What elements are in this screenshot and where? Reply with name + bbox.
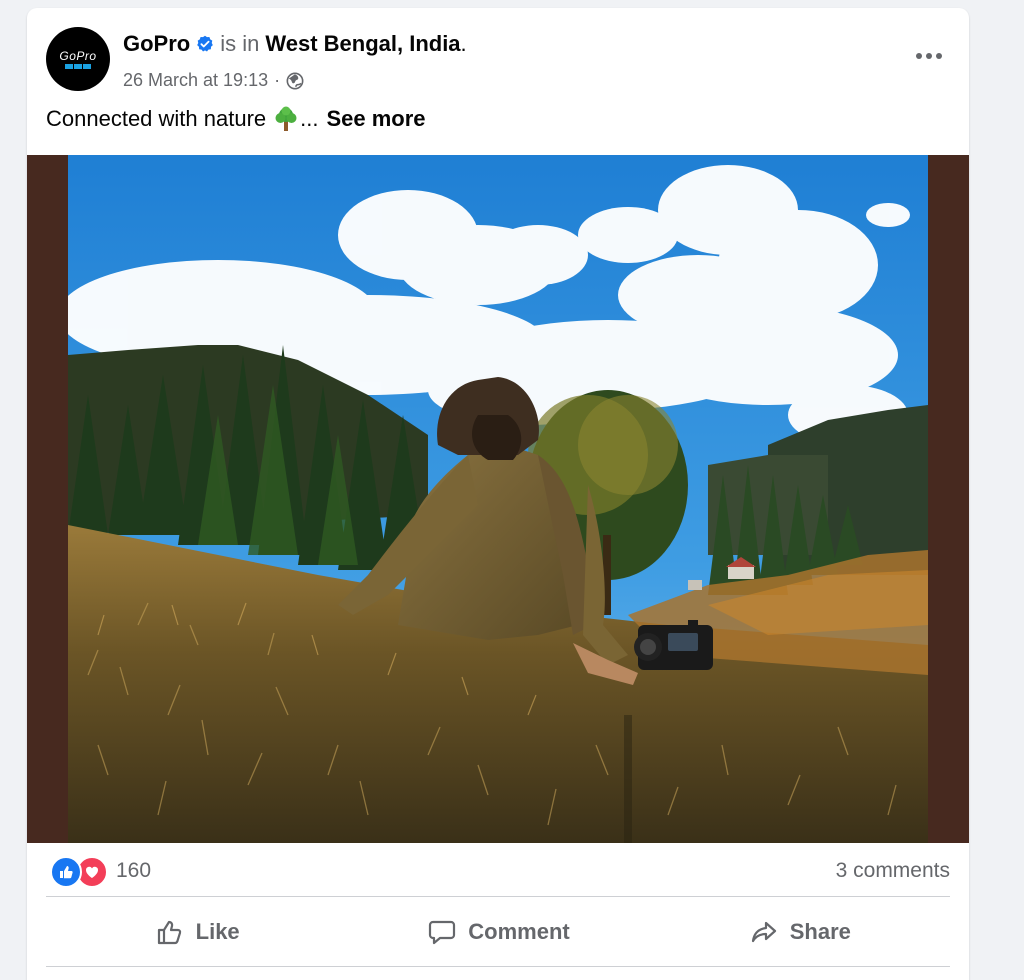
- comments-count[interactable]: 3 comments: [836, 859, 950, 883]
- tree-emoji-icon: [274, 106, 298, 132]
- like-reaction-icon: [50, 856, 82, 888]
- caption-ellipsis: ...: [300, 106, 319, 131]
- post-header: GoPro GoPro is in West Bengal, India. 26…: [27, 8, 969, 148]
- more-options-icon: [916, 53, 942, 59]
- location-link[interactable]: West Bengal, India: [265, 31, 460, 57]
- post-text: Connected with nature ... See more: [46, 106, 426, 132]
- thumbs-up-icon: [154, 916, 186, 948]
- location-period: .: [460, 31, 467, 56]
- like-button[interactable]: Like: [46, 905, 347, 959]
- post-card: GoPro GoPro is in West Bengal, India. 26…: [27, 8, 969, 980]
- comment-button[interactable]: Comment: [347, 905, 648, 959]
- landscape-photo: [68, 155, 928, 843]
- globe-icon[interactable]: [286, 72, 304, 90]
- is-in-text: is in: [220, 31, 260, 56]
- post-actions: Like Comment Share: [46, 905, 950, 959]
- share-icon: [748, 916, 780, 948]
- post-photo[interactable]: [68, 155, 928, 843]
- page: GoPro GoPro is in West Bengal, India. 26…: [0, 0, 1024, 980]
- post-caption: Connected with nature: [46, 106, 267, 131]
- meta-separator: ·: [274, 70, 281, 90]
- comment-icon: [426, 916, 458, 948]
- share-button[interactable]: Share: [649, 905, 950, 959]
- comment-label: Comment: [468, 919, 570, 944]
- reaction-icons[interactable]: [50, 856, 108, 888]
- logo-stripe: [65, 63, 91, 69]
- avatar[interactable]: GoPro: [46, 27, 110, 91]
- more-options-button[interactable]: [909, 38, 949, 74]
- reaction-count[interactable]: 160: [116, 859, 151, 883]
- verified-badge-icon: [196, 35, 214, 53]
- post-meta: 26 March at 19:13 ·: [123, 70, 304, 91]
- actions-divider-bottom: [46, 966, 950, 967]
- actions-divider-top: [46, 896, 950, 897]
- post-timestamp[interactable]: 26 March at 19:13: [123, 70, 268, 91]
- gopro-logo: GoPro: [59, 50, 96, 69]
- see-more-link[interactable]: See more: [326, 106, 425, 132]
- author-name[interactable]: GoPro: [123, 31, 190, 57]
- header-title-line: GoPro is in West Bengal, India.: [123, 31, 467, 57]
- like-label: Like: [195, 919, 240, 944]
- post-media[interactable]: [27, 155, 969, 843]
- share-label: Share: [789, 919, 851, 944]
- avatar-logo-text: GoPro: [59, 48, 97, 63]
- reactions-bar: 160 3 comments: [46, 856, 950, 888]
